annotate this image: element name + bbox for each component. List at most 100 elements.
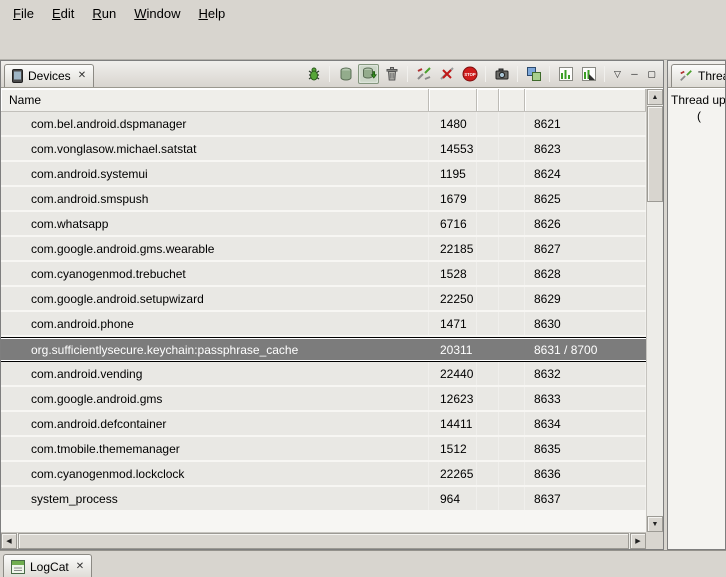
update-threads-icon[interactable] xyxy=(413,64,434,84)
row-spacer1 xyxy=(477,212,499,235)
table-row[interactable]: system_process 964 8637 xyxy=(1,487,646,512)
tab-logcat[interactable]: LogCat ✕ xyxy=(3,554,92,577)
table-row[interactable]: com.bel.android.dspmanager 1480 8621 xyxy=(1,112,646,137)
process-pid: 1512 xyxy=(429,437,477,460)
table-row[interactable]: com.tmobile.thememanager 1512 8635 xyxy=(1,437,646,462)
table-row[interactable]: com.google.android.setupwizard 22250 862… xyxy=(1,287,646,312)
vertical-scrollbar[interactable]: ▲ ▼ xyxy=(646,89,663,532)
table-row[interactable]: com.android.systemui 1195 8624 xyxy=(1,162,646,187)
menu-file[interactable]: File xyxy=(4,2,43,25)
column-header-spacer2[interactable] xyxy=(499,89,525,111)
row-spacer1 xyxy=(477,437,499,460)
horizontal-scroll-thumb[interactable] xyxy=(18,533,629,549)
column-header-pid[interactable] xyxy=(429,89,477,111)
threads-icon xyxy=(679,69,693,83)
menu-run[interactable]: Run xyxy=(83,2,125,25)
devices-view: Devices ✕ xyxy=(0,60,664,550)
process-name: com.cyanogenmod.lockclock xyxy=(1,462,429,485)
scroll-right-icon[interactable]: ▶ xyxy=(630,533,646,549)
table-row[interactable]: com.cyanogenmod.trebuchet 1528 8628 xyxy=(1,262,646,287)
close-icon[interactable]: ✕ xyxy=(76,562,84,572)
update-heap-icon[interactable] xyxy=(335,64,356,84)
row-spacer2 xyxy=(499,237,525,260)
row-spacer2 xyxy=(499,112,525,135)
process-port: 8637 xyxy=(525,487,646,510)
process-table: Name com.bel.android.dspmanager 1480 862… xyxy=(1,88,663,549)
process-name: com.bel.android.dspmanager xyxy=(1,112,429,135)
tab-threads[interactable]: Threads xyxy=(671,64,725,87)
menu-window[interactable]: Window xyxy=(125,2,189,25)
table-row[interactable]: com.android.defcontainer 14411 8634 xyxy=(1,412,646,437)
main-area: Devices ✕ xyxy=(0,60,726,550)
table-row[interactable]: com.whatsapp 6716 8626 xyxy=(1,212,646,237)
process-pid: 22265 xyxy=(429,462,477,485)
devices-tabbar: Devices ✕ xyxy=(1,61,663,88)
process-table-content: Name com.bel.android.dspmanager 1480 862… xyxy=(1,89,646,532)
row-spacer1 xyxy=(477,487,499,510)
table-row[interactable]: com.google.android.gms 12623 8633 xyxy=(1,387,646,412)
logcat-icon xyxy=(11,560,25,574)
start-profiling-icon[interactable] xyxy=(555,64,576,84)
devices-toolbar: STOP xyxy=(303,64,663,87)
table-row[interactable]: com.android.phone 1471 8630 xyxy=(1,312,646,337)
view-menu-icon[interactable]: ▽ xyxy=(610,65,625,83)
process-name: com.google.android.gms.wearable xyxy=(1,237,429,260)
threads-message-line2: ( xyxy=(671,108,725,124)
process-name: com.android.defcontainer xyxy=(1,412,429,435)
tab-logcat-label: LogCat xyxy=(30,560,69,574)
table-row[interactable]: org.sufficientlysecure.keychain:passphra… xyxy=(1,337,646,362)
process-name: org.sufficientlysecure.keychain:passphra… xyxy=(1,338,429,361)
process-pid: 6716 xyxy=(429,212,477,235)
debug-icon[interactable] xyxy=(303,64,324,84)
minimize-icon[interactable]: ─ xyxy=(627,65,642,83)
scroll-left-icon[interactable]: ◀ xyxy=(1,533,17,549)
process-name: com.tmobile.thememanager xyxy=(1,437,429,460)
vertical-scroll-thumb[interactable] xyxy=(647,106,663,202)
column-header-name[interactable]: Name xyxy=(1,89,429,111)
table-row[interactable]: com.cyanogenmod.lockclock 22265 8636 xyxy=(1,462,646,487)
toolbar-separator xyxy=(329,66,330,82)
column-header-port[interactable] xyxy=(525,89,646,111)
row-spacer2 xyxy=(499,162,525,185)
cause-gc-icon[interactable] xyxy=(381,64,402,84)
horizontal-scrollbar[interactable]: ◀ ▶ xyxy=(1,532,646,549)
screen-capture-icon[interactable] xyxy=(491,64,512,84)
process-name: system_process xyxy=(1,487,429,510)
row-spacer1 xyxy=(477,462,499,485)
device-table-body: com.bel.android.dspmanager 1480 8621 com… xyxy=(1,112,646,532)
maximize-icon[interactable]: ▢ xyxy=(644,65,659,83)
stop-profiling-icon[interactable] xyxy=(578,64,599,84)
threads-tabbar: Threads xyxy=(668,61,725,88)
row-spacer2 xyxy=(499,187,525,210)
process-port: 8623 xyxy=(525,137,646,160)
process-port: 8633 xyxy=(525,387,646,410)
menu-edit[interactable]: Edit xyxy=(43,2,83,25)
process-port: 8631 / 8700 xyxy=(525,338,646,361)
tab-devices[interactable]: Devices ✕ xyxy=(4,64,94,87)
table-row[interactable]: com.vonglasow.michael.satstat 14553 8623 xyxy=(1,137,646,162)
scroll-down-icon[interactable]: ▼ xyxy=(647,516,663,532)
process-port: 8634 xyxy=(525,412,646,435)
table-row[interactable]: com.android.vending 22440 8632 xyxy=(1,362,646,387)
view-hierarchy-icon[interactable] xyxy=(523,64,544,84)
dump-hprof-icon[interactable] xyxy=(358,64,379,84)
table-row[interactable]: com.android.smspush 1679 8625 xyxy=(1,187,646,212)
row-spacer1 xyxy=(477,237,499,260)
stop-threads-icon[interactable] xyxy=(436,64,457,84)
process-pid: 1528 xyxy=(429,262,477,285)
stop-process-icon[interactable]: STOP xyxy=(459,64,480,84)
row-spacer1 xyxy=(477,112,499,135)
toolbar-separator xyxy=(517,66,518,82)
process-pid: 12623 xyxy=(429,387,477,410)
process-name: com.android.systemui xyxy=(1,162,429,185)
row-spacer2 xyxy=(499,362,525,385)
process-pid: 14553 xyxy=(429,137,477,160)
scroll-up-icon[interactable]: ▲ xyxy=(647,89,663,105)
process-port: 8630 xyxy=(525,312,646,335)
close-icon[interactable]: ✕ xyxy=(78,71,86,81)
row-spacer1 xyxy=(477,412,499,435)
menu-help[interactable]: Help xyxy=(189,2,234,25)
column-header-spacer1[interactable] xyxy=(477,89,499,111)
table-row[interactable]: com.google.android.gms.wearable 22185 86… xyxy=(1,237,646,262)
threads-view: Threads Thread up ( xyxy=(667,60,726,550)
